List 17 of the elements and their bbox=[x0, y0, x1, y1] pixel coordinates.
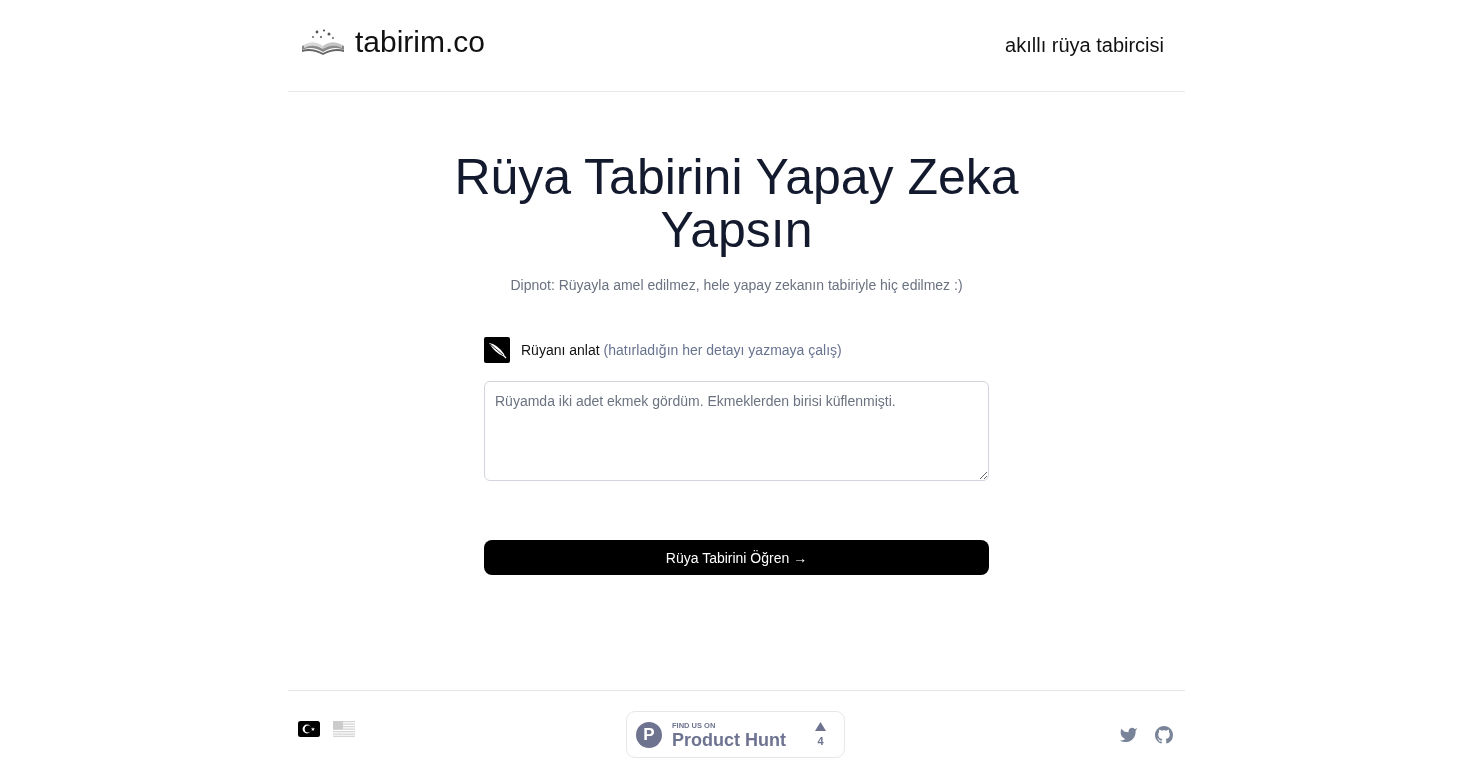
crescent-flag-icon[interactable] bbox=[298, 720, 320, 737]
page-title: Rüya Tabirini Yapay Zeka Yapsın bbox=[453, 151, 1020, 257]
submit-button[interactable]: Rüya Tabirini Öğren → bbox=[484, 540, 989, 575]
open-book-icon bbox=[300, 28, 346, 55]
cat-icon[interactable] bbox=[1155, 725, 1173, 744]
dream-field[interactable]: Rüyamda iki adet ekmek gördüm. Ekmeklerden birisi küflenmişti. bbox=[484, 381, 989, 481]
upvote-count: 4 bbox=[817, 735, 824, 747]
tagline: akıllı rüya tabircisi bbox=[1005, 32, 1164, 57]
badge-logo: P bbox=[636, 721, 662, 748]
badge-title: Product Hunt bbox=[672, 730, 787, 751]
field-label: Rüyanı anlat bbox=[521, 341, 600, 359]
field-hint: (hatırladığın her detayı yazmaya çalış) bbox=[603, 341, 842, 359]
logo-text[interactable]: tabirim.co bbox=[355, 23, 486, 60]
bird-icon[interactable] bbox=[1119, 726, 1138, 743]
footnote-text: Dipnot: Rüyayla amel edilmez, hele yapay zekanın tabiriyle hiç edilmez :) bbox=[510, 276, 963, 295]
feather-icon bbox=[484, 337, 510, 363]
triangle-icon bbox=[815, 722, 826, 731]
